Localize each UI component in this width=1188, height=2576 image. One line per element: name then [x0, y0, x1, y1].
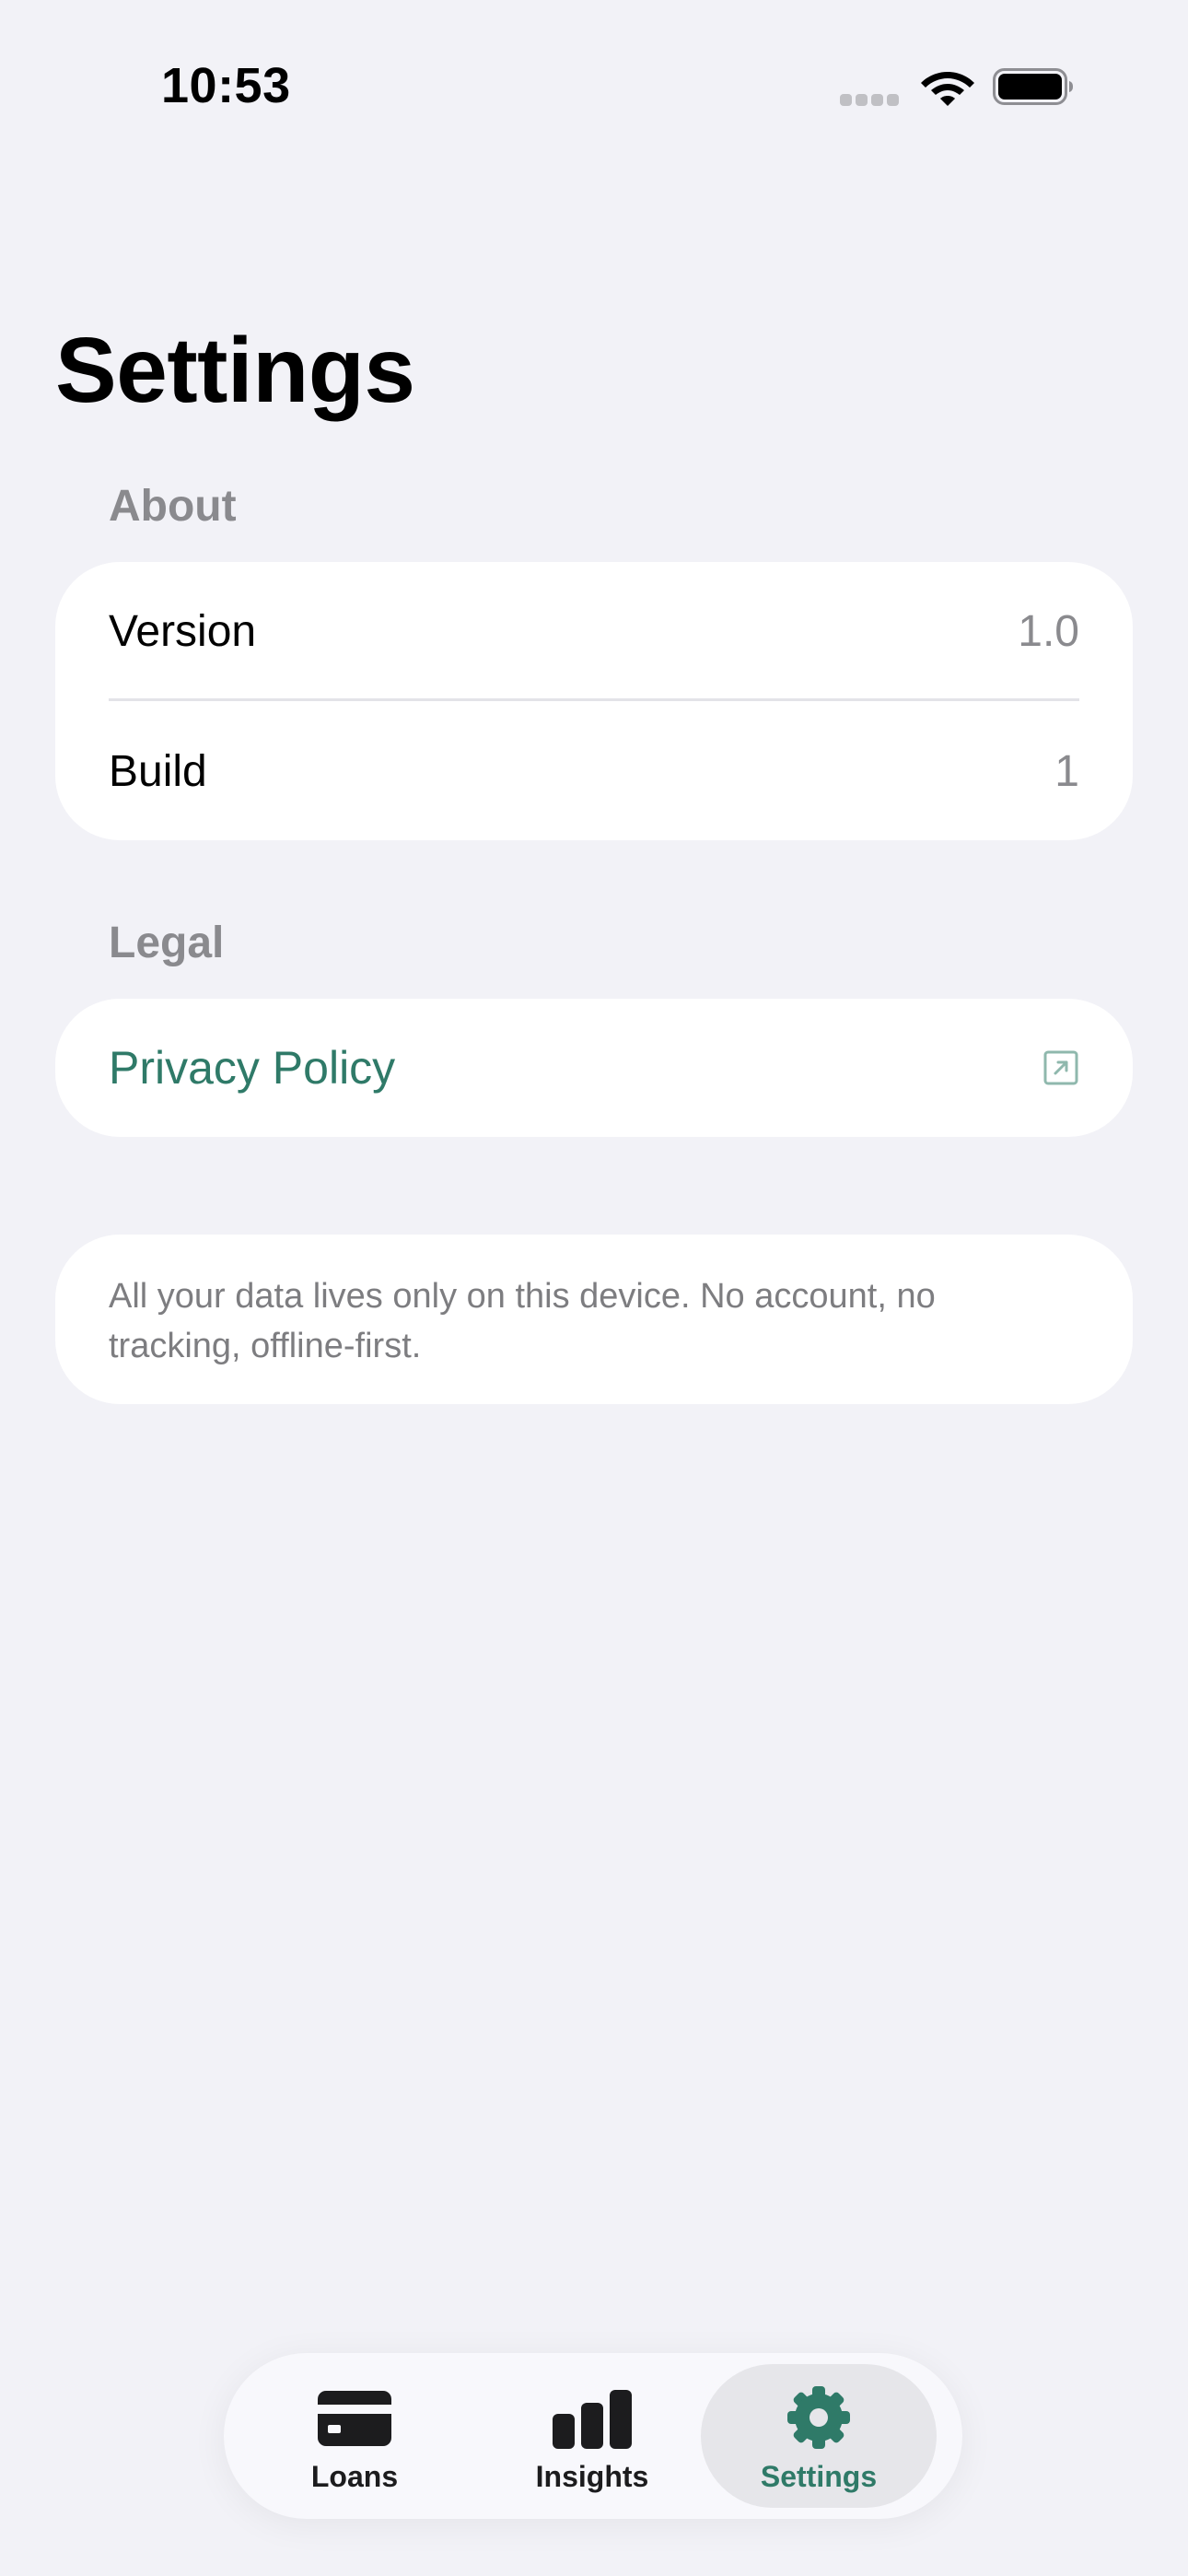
tab-label-settings: Settings [760, 2460, 878, 2493]
section-header-about: About [109, 482, 237, 531]
version-value: 1.0 [1018, 606, 1079, 656]
tab-settings[interactable]: Settings [701, 2364, 937, 2508]
about-card: Version 1.0 Build 1 [55, 562, 1133, 840]
external-link-icon [1043, 1050, 1078, 1085]
row-divider [109, 698, 1079, 701]
tab-bar: Loans Insights Settings [224, 2353, 962, 2519]
build-label: Build [109, 746, 207, 796]
privacy-policy-label[interactable]: Privacy Policy [109, 1041, 395, 1095]
version-row: Version 1.0 [109, 562, 1079, 700]
privacy-policy-card[interactable]: Privacy Policy [55, 999, 1133, 1137]
battery-icon [993, 68, 1073, 105]
tab-label-loans: Loans [310, 2460, 399, 2493]
privacy-note-text: All your data lives only on this device.… [109, 1277, 936, 1365]
chart-icon [553, 2390, 632, 2449]
tab-loans[interactable]: Loans [237, 2364, 472, 2508]
tab-insights[interactable]: Insights [474, 2364, 710, 2508]
privacy-note-card: All your data lives only on this device.… [55, 1235, 1133, 1404]
status-time: 10:53 [161, 58, 291, 113]
privacy-policy-link[interactable]: Privacy Policy [109, 999, 1079, 1137]
version-label: Version [109, 606, 257, 656]
page-title: Settings [55, 319, 415, 422]
section-header-legal: Legal [109, 919, 225, 967]
status-indicators [840, 64, 1079, 112]
gear-icon [787, 2386, 850, 2449]
build-row: Build 1 [109, 702, 1079, 840]
build-value: 1 [1054, 746, 1079, 796]
wifi-icon [921, 72, 974, 106]
tab-label-insights: Insights [535, 2460, 649, 2493]
card-icon [318, 2391, 391, 2446]
